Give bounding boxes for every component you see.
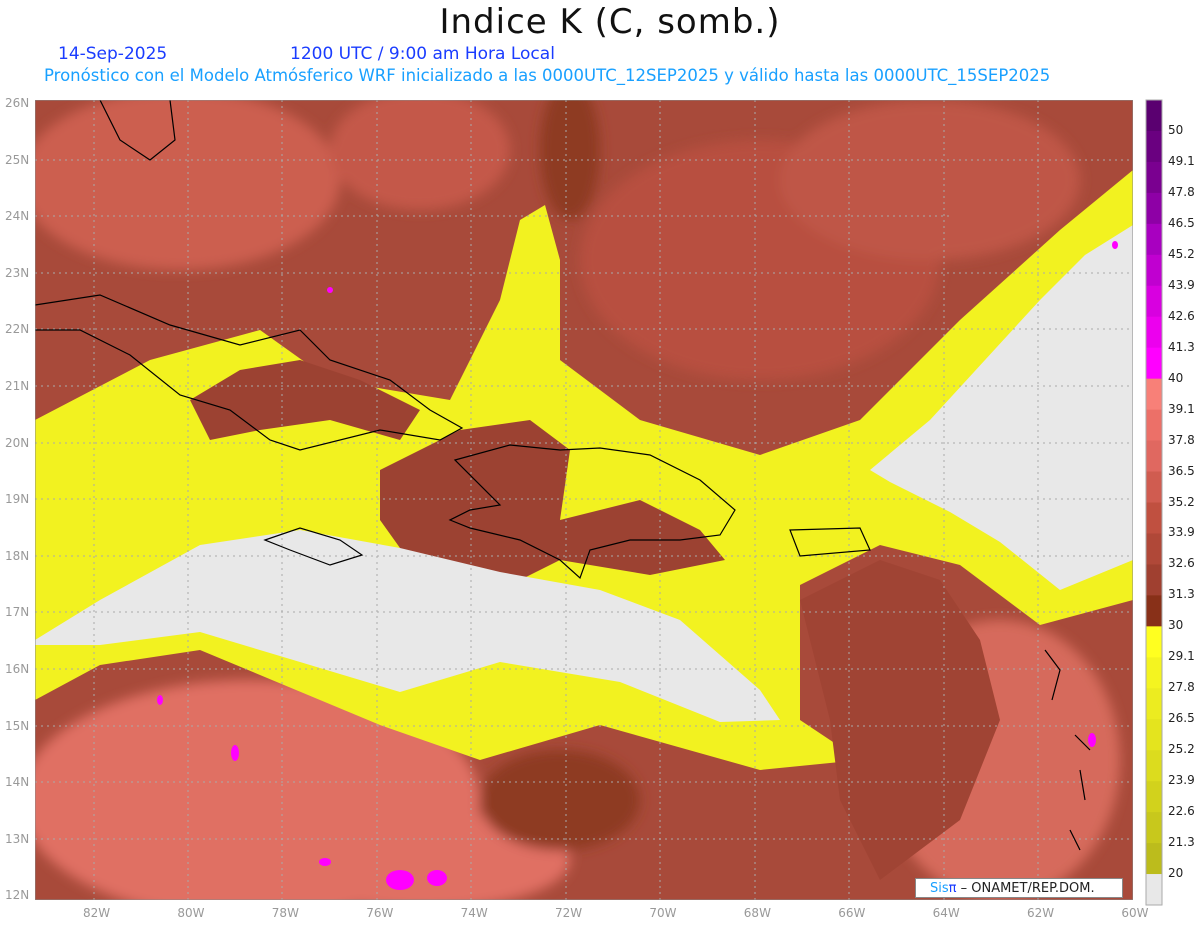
colorbar-label: 37.8 xyxy=(1168,432,1195,447)
colorbar-swatch xyxy=(1146,440,1162,473)
colorbar-label: 21.3 xyxy=(1168,835,1195,850)
colorbar-label: 46.5 xyxy=(1168,215,1195,230)
colorbar-label: 49.1 xyxy=(1168,153,1195,168)
lat-label: 22N xyxy=(5,322,30,337)
colorbar xyxy=(1145,99,1163,906)
lat-label: 26N xyxy=(5,96,30,110)
colorbar-swatch xyxy=(1146,657,1162,689)
lon-label: 62W xyxy=(1027,906,1055,920)
colorbar-swatch xyxy=(1146,812,1162,844)
lat-label: 13N xyxy=(5,831,30,846)
colorbar-swatch xyxy=(1146,285,1162,318)
colorbar-label: 40 xyxy=(1168,370,1184,385)
colorbar-label: 20 xyxy=(1168,866,1184,881)
lon-label: 80W xyxy=(177,906,205,920)
colorbar-label: 33.9 xyxy=(1168,525,1195,540)
k-index-map xyxy=(35,99,1163,906)
colorbar-label: 36.5 xyxy=(1168,463,1195,478)
credit-text: – ONAMET/REP.DOM. xyxy=(960,881,1095,896)
colorbar-label: 50 xyxy=(1168,122,1184,137)
colorbar-swatch xyxy=(1146,719,1162,751)
colorbar-label: 30 xyxy=(1168,618,1184,633)
colorbar-swatch xyxy=(1146,130,1162,163)
colorbar-swatch xyxy=(1146,316,1162,349)
colorbar-swatch xyxy=(1146,378,1162,411)
colorbar-label: 45.2 xyxy=(1168,246,1195,261)
lat-label: 23N xyxy=(5,265,30,280)
colorbar-label: 22.6 xyxy=(1168,804,1195,819)
colorbar-label: 23.9 xyxy=(1168,773,1195,788)
lat-label: 16N xyxy=(5,662,30,676)
colorbar-label: 35.2 xyxy=(1168,494,1195,509)
colorbar-label: 43.9 xyxy=(1168,277,1195,292)
colorbar-label: 31.3 xyxy=(1168,587,1195,602)
lat-label: 24N xyxy=(5,209,30,224)
colorbar-swatch xyxy=(1146,192,1162,225)
colorbar-swatch xyxy=(1146,843,1162,875)
lon-label: 68W xyxy=(743,906,771,920)
lon-label: 74W xyxy=(460,906,488,920)
colorbar-swatch xyxy=(1146,626,1162,658)
lat-label: 14N xyxy=(5,775,30,790)
brand-pi: π xyxy=(948,881,957,896)
lon-label: 60W xyxy=(1121,906,1149,920)
colorbar-swatch xyxy=(1146,347,1162,380)
lon-label: 78W xyxy=(271,906,299,920)
lat-label: 19N xyxy=(5,492,30,507)
colorbar-label: 47.8 xyxy=(1168,184,1195,199)
lat-label: 15N xyxy=(5,718,30,733)
lat-label: 25N xyxy=(5,152,30,167)
colorbar-swatch xyxy=(1146,502,1162,534)
colorbar-swatch xyxy=(1146,471,1162,503)
colorbar-swatch xyxy=(1146,100,1162,132)
lon-label: 64W xyxy=(932,906,960,920)
colorbar-swatch xyxy=(1146,409,1162,442)
colorbar-label: 29.1 xyxy=(1168,649,1195,664)
colorbar-swatch xyxy=(1146,533,1162,565)
colorbar-label: 26.5 xyxy=(1168,711,1195,726)
lon-label: 82W xyxy=(83,906,111,920)
colorbar-label: 25.2 xyxy=(1168,742,1195,757)
lon-label: 66W xyxy=(838,906,866,920)
colorbar-label: 27.8 xyxy=(1168,680,1195,695)
colorbar-swatch xyxy=(1146,223,1162,256)
lon-label: 76W xyxy=(366,906,394,920)
colorbar-swatch xyxy=(1146,874,1162,906)
colorbar-swatch xyxy=(1146,254,1162,287)
colorbar-swatch xyxy=(1146,564,1162,596)
colorbar-swatch xyxy=(1146,750,1162,782)
lat-label: 17N xyxy=(5,605,30,620)
lon-label: 70W xyxy=(649,906,677,920)
colorbar-swatch xyxy=(1146,781,1162,813)
colorbar-swatch xyxy=(1146,688,1162,720)
credit-box: Sisπ – ONAMET/REP.DOM. xyxy=(915,878,1123,898)
colorbar-swatch xyxy=(1146,161,1162,194)
lat-label: 21N xyxy=(5,379,30,393)
brand-sis: Sis xyxy=(930,881,949,896)
lon-label: 72W xyxy=(555,906,583,920)
lat-label: 20N xyxy=(5,435,30,450)
colorbar-swatch xyxy=(1146,595,1162,627)
lat-label: 18N xyxy=(5,548,30,563)
lat-label: 12N xyxy=(5,888,30,903)
colorbar-label: 39.1 xyxy=(1168,401,1195,416)
colorbar-label: 32.6 xyxy=(1168,556,1195,571)
colorbar-label: 42.6 xyxy=(1168,308,1195,323)
colorbar-label: 41.3 xyxy=(1168,339,1195,354)
